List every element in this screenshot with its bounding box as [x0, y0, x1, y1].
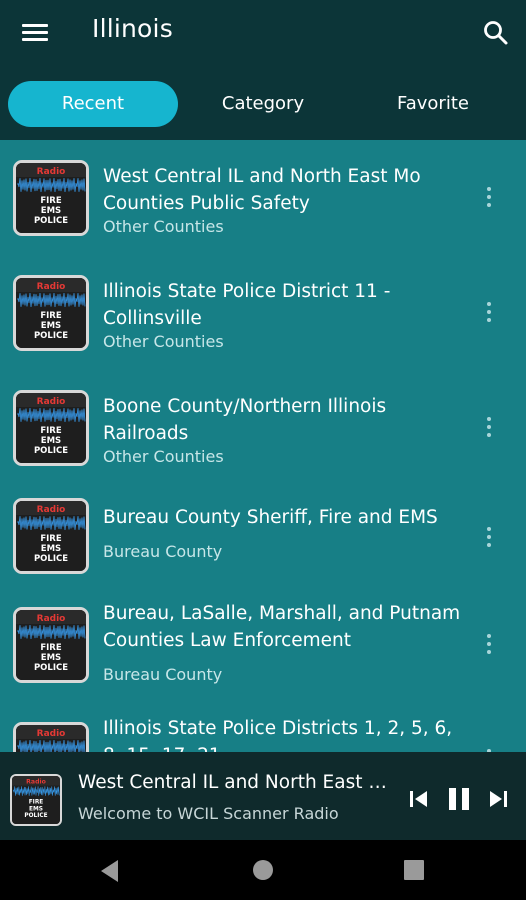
svg-text:FIRE: FIRE	[40, 196, 62, 206]
svg-text:FIRE: FIRE	[40, 311, 62, 321]
station-thumbnail: Radio FIREEMSPOLICE	[13, 607, 89, 683]
recents-icon[interactable]	[404, 860, 424, 884]
station-category: Bureau County	[103, 665, 223, 684]
skip-previous-icon[interactable]	[408, 788, 430, 814]
svg-text:POLICE: POLICE	[34, 331, 68, 341]
svg-text:Radio: Radio	[37, 729, 66, 739]
station-title: West Central IL and North East Mo Counti…	[103, 166, 421, 214]
hamburger-menu-icon[interactable]	[22, 21, 50, 43]
svg-text:FIRE: FIRE	[40, 426, 62, 436]
mini-player[interactable]: Radio FIRE EMS POLICE West Central IL and N…	[0, 752, 526, 840]
svg-text:FIRE: FIRE	[40, 643, 62, 653]
svg-text:Radio: Radio	[37, 614, 66, 624]
station-category: Other Counties	[103, 217, 224, 236]
station-list[interactable]: Radio FIRE EMS POLICE West Central IL and N…	[0, 140, 526, 752]
more-options-icon[interactable]	[482, 634, 496, 658]
tab-category[interactable]: Category	[178, 81, 348, 127]
tab-recent[interactable]: Recent	[8, 81, 178, 127]
more-options-icon[interactable]	[482, 187, 496, 211]
station-title: Illinois State Police District 11 - Coll…	[103, 281, 391, 329]
svg-text:Radio: Radio	[37, 505, 66, 515]
back-icon[interactable]	[98, 858, 122, 888]
svg-text:EMS: EMS	[41, 206, 61, 216]
station-category: Other Counties	[103, 332, 224, 351]
list-item[interactable]: Radio FIRE EMS POLICE Bureau County Sheriff…	[0, 492, 526, 602]
tab-favorite[interactable]: Favorite	[348, 81, 518, 127]
svg-text:EMS: EMS	[41, 653, 61, 663]
station-title: Bureau, LaSalle, Marshall, and Putnam Co…	[103, 603, 461, 651]
more-options-icon[interactable]	[482, 417, 496, 441]
svg-text:POLICE: POLICE	[34, 216, 68, 226]
station-thumbnail: Radio FIREEMSPOLICE	[13, 390, 89, 466]
page-title: Illinois	[92, 14, 173, 43]
more-options-icon[interactable]	[482, 302, 496, 326]
search-icon[interactable]	[481, 18, 511, 48]
svg-text:Radio: Radio	[37, 397, 66, 407]
svg-text:Radio: Radio	[26, 779, 46, 786]
station-thumbnail: Radio FIREEMSPOLICE	[13, 160, 89, 236]
station-category: Bureau County	[103, 542, 223, 561]
home-icon[interactable]	[252, 859, 274, 885]
list-item[interactable]: RadioFIREEMSPOLICE Illinois State Police…	[0, 712, 526, 752]
station-title: Illinois State Police Districts 1, 2, 5,…	[103, 718, 453, 752]
svg-text:FIRE: FIRE	[40, 534, 62, 544]
list-item[interactable]: Radio FIREEMSPOLICE Illinois State Police…	[0, 265, 526, 375]
now-playing-thumbnail: Radio FIRE EMS POLICE	[10, 774, 62, 826]
svg-text:Radio: Radio	[37, 282, 66, 292]
station-category: Other Counties	[103, 447, 224, 466]
svg-text:POLICE: POLICE	[34, 446, 68, 456]
list-item[interactable]: Radio FIRE EMS POLICE Boone County/Northern…	[0, 380, 526, 490]
pause-icon[interactable]	[446, 786, 472, 816]
svg-text:EMS: EMS	[29, 806, 43, 812]
now-playing-subtitle: Welcome to WCIL Scanner Radio	[78, 804, 339, 823]
svg-text:FIRE: FIRE	[29, 799, 44, 805]
svg-text:POLICE: POLICE	[34, 663, 68, 673]
list-item[interactable]: Radio FIRE EMS POLICE West Central IL and N…	[0, 150, 526, 260]
svg-text:Radio: Radio	[37, 167, 66, 177]
station-title: Boone County/Northern Illinois Railroads	[103, 396, 387, 444]
skip-next-icon[interactable]	[487, 788, 509, 814]
svg-text:POLICE: POLICE	[34, 554, 68, 564]
station-thumbnail: RadioFIREEMSPOLICE	[13, 722, 89, 752]
station-title: Bureau County Sheriff, Fire and EMS	[103, 507, 438, 528]
list-item[interactable]: Radio FIRE EMS POLICE Bureau, LaSalle, Mars…	[0, 597, 526, 707]
svg-text:EMS: EMS	[41, 436, 61, 446]
system-nav-bar	[0, 840, 526, 900]
station-thumbnail: Radio FIREEMSPOLICE	[13, 498, 89, 574]
station-thumbnail: Radio FIREEMSPOLICE	[13, 275, 89, 351]
now-playing-title: West Central IL and North East M...	[78, 772, 396, 793]
app-bar: Illinois Recent Category Favorite	[0, 0, 526, 140]
svg-text:POLICE: POLICE	[24, 813, 47, 819]
svg-text:EMS: EMS	[41, 544, 61, 554]
svg-text:EMS: EMS	[41, 321, 61, 331]
more-options-icon[interactable]	[482, 527, 496, 551]
